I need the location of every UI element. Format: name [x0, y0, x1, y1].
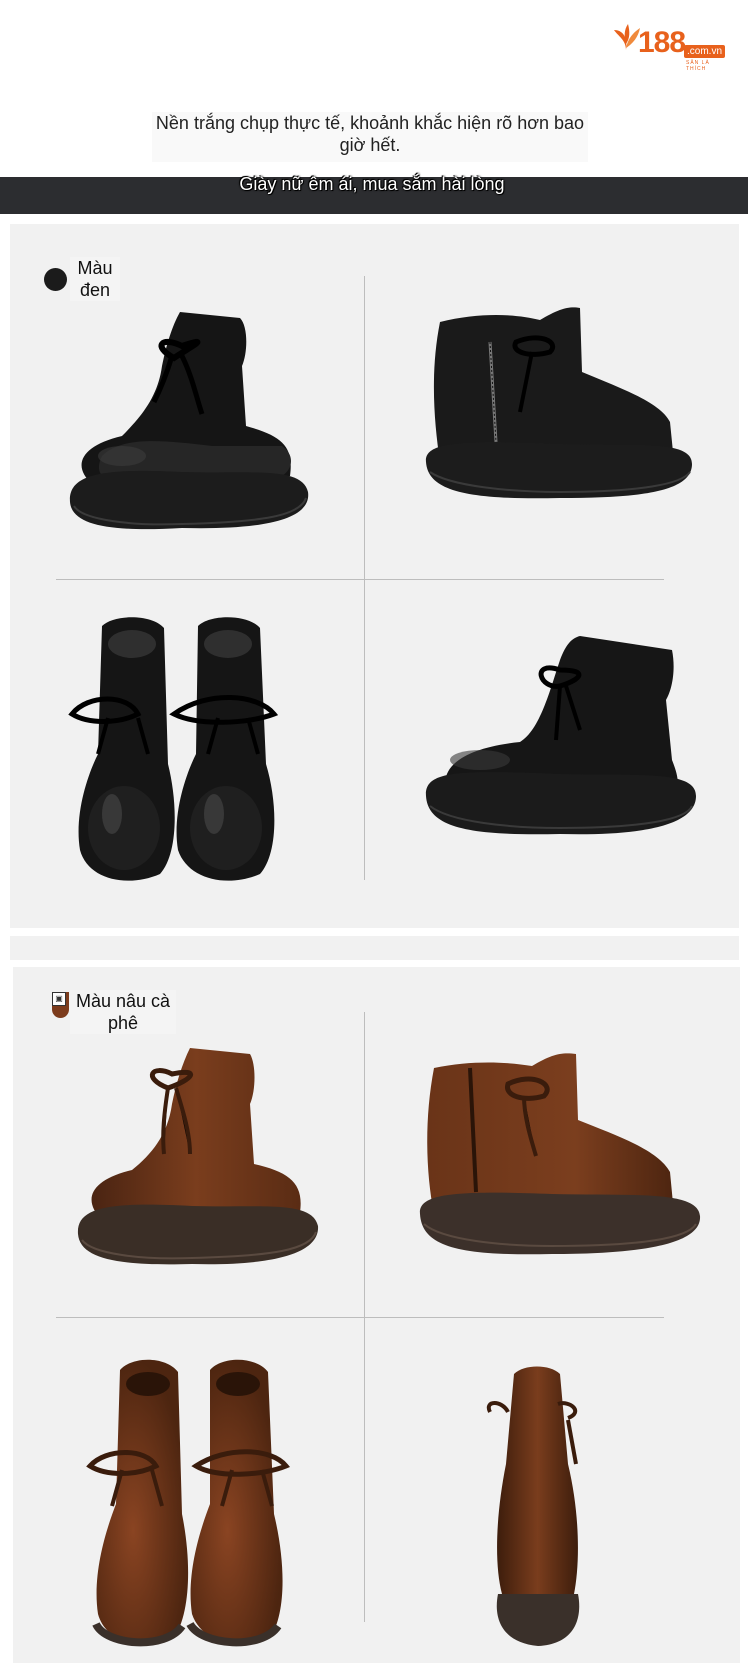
- image-icon: ▣: [52, 992, 66, 1006]
- header-tagline: Nền trắng chụp thực tế, khoảnh khắc hiện…: [152, 112, 588, 162]
- logo-number: 188: [638, 26, 686, 59]
- site-logo[interactable]: 188 .com.vn SĂN LÀ THÍCH: [612, 20, 730, 72]
- grid-divider-horizontal: [56, 1317, 664, 1318]
- black-color-swatch: [44, 268, 67, 291]
- logo-domain: .com.vn: [684, 45, 726, 58]
- banner-text: Giày nữ êm ái, mua sắm hài lòng: [239, 174, 505, 194]
- black-variant-label: Màu đen: [70, 257, 120, 301]
- grid-divider-vertical: [364, 276, 365, 880]
- brown-variant-label: Màu nâu cà phê: [70, 990, 176, 1034]
- brown-boot-back-image: [486, 1366, 580, 1646]
- logo-tagline: SĂN LÀ THÍCH: [686, 60, 710, 72]
- black-boot-side-image: [69, 312, 309, 530]
- black-boots-front-image: [68, 617, 279, 881]
- black-boot-zipper-image: [425, 307, 692, 499]
- brown-boots-front-image: [86, 1359, 290, 1647]
- black-boot-angle-image: [425, 636, 696, 835]
- grid-divider-horizontal: [56, 579, 664, 580]
- brown-boot-zipper-image: [419, 1053, 701, 1255]
- brown-boot-side-image: [77, 1048, 319, 1265]
- section-separator: [10, 936, 739, 960]
